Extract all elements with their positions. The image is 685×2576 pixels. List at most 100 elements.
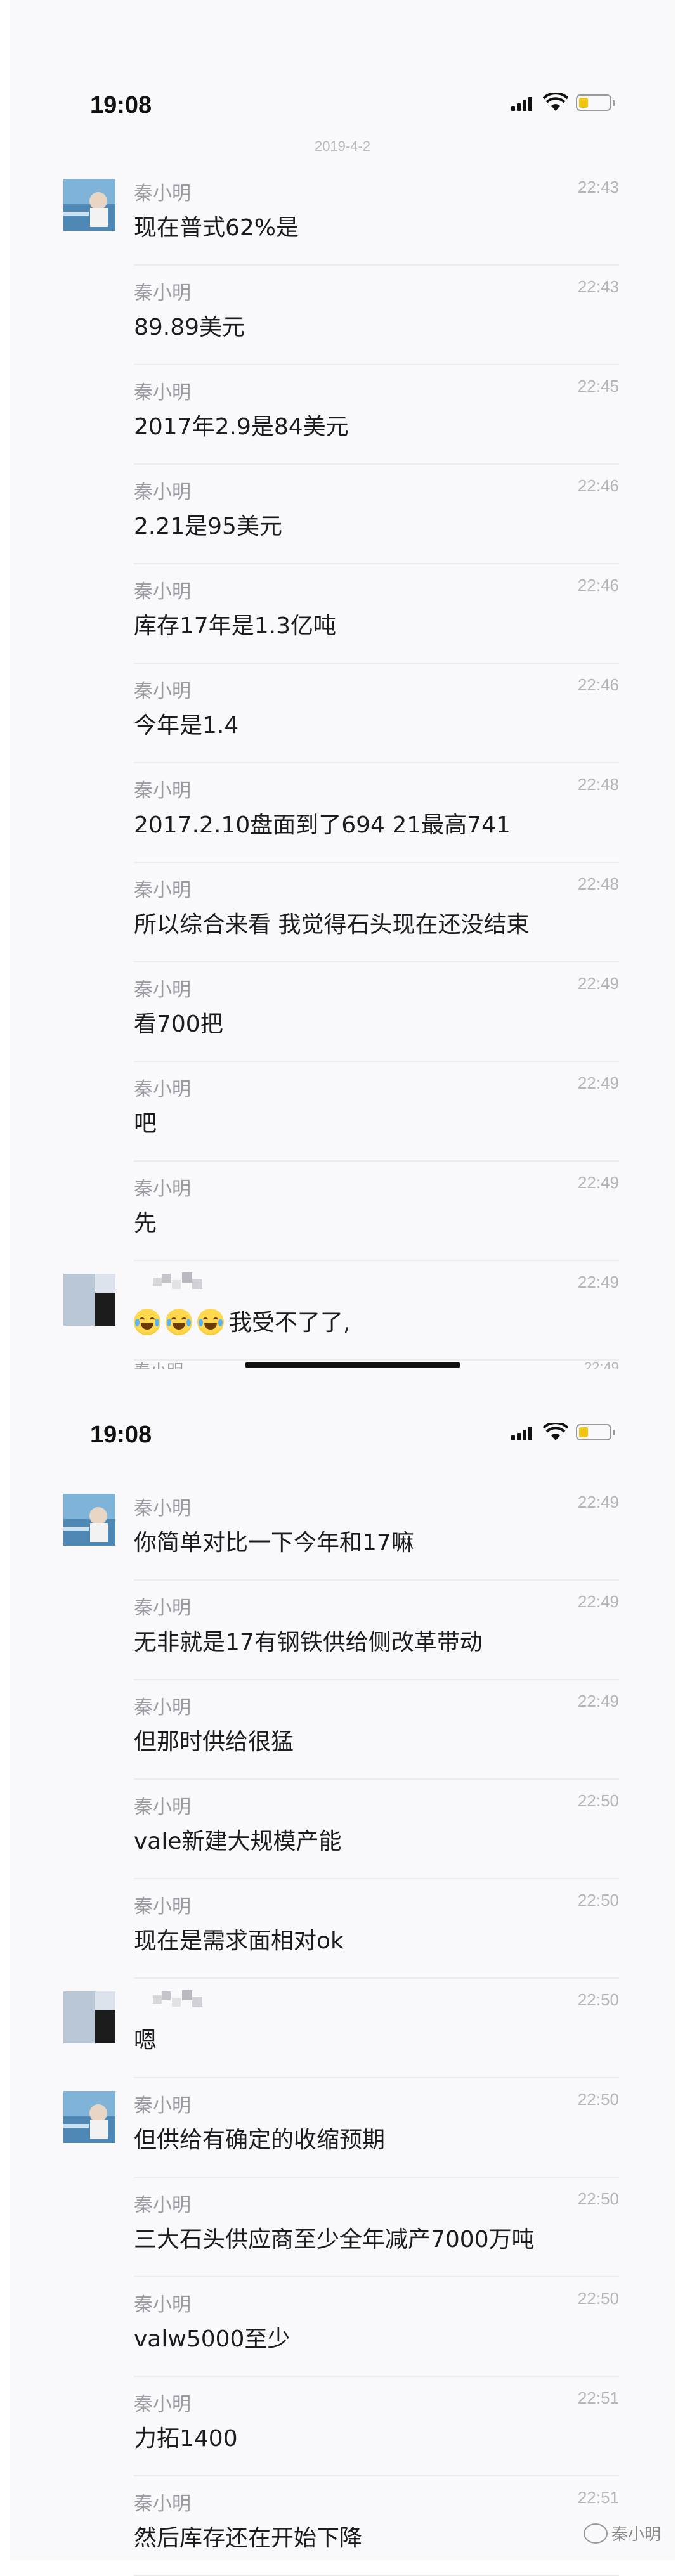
message-time: 22:49 — [577, 1073, 619, 1092]
message-text: 库存17年是1.3亿吨 — [134, 613, 337, 639]
message-time: 22:49 — [577, 1272, 619, 1291]
chat-message-partial: 秦小明 22:49 — [10, 1361, 675, 1369]
avatar[interactable] — [63, 2091, 115, 2143]
message-text: 三大石头供应商至少全年减产7000万吨 — [134, 2227, 535, 2253]
message-sender: 秦小明 — [134, 979, 191, 1001]
message-text: valw5000至少 — [134, 2326, 290, 2352]
chat-message[interactable]: 秦小明 22:50 valw5000至少 — [10, 2277, 675, 2377]
watermark: 秦小明 — [583, 2521, 661, 2545]
chat-message[interactable]: 秦小明 22:49 你简单对比一下今年和17嘛 — [10, 1481, 675, 1581]
message-time: 22:50 — [577, 2090, 619, 2109]
message-time: 22:43 — [577, 277, 619, 296]
chat-message[interactable]: 秦小明 22:50 vale新建大规模产能 — [10, 1780, 675, 1879]
status-bar: 19:08 — [10, 1369, 675, 1448]
message-time: 22:46 — [577, 576, 619, 595]
message-sender: 秦小明 — [134, 1078, 191, 1101]
chat-message[interactable]: 秦小明 22:45 2017年2.9是84美元 — [10, 365, 675, 465]
message-text: 现在是需求面相对ok — [134, 1928, 344, 1954]
message-sender: 秦小明 — [134, 1896, 191, 1918]
battery-icon — [576, 1424, 615, 1440]
message-text: 但那时供给很猛 — [134, 1729, 294, 1755]
message-sender: 秦小明 — [134, 2095, 191, 2117]
cellular-signal-icon — [511, 1427, 537, 1440]
chat-message[interactable]: 22:50 嗯 — [10, 1979, 675, 2078]
message-sender: 秦小明 — [134, 1697, 191, 1719]
message-sender: 秦小明 — [134, 1361, 183, 1369]
message-time: 22:49 — [584, 1361, 619, 1369]
message-time: 22:51 — [577, 2488, 619, 2507]
message-time: 22:46 — [577, 675, 619, 694]
message-text: 力拓1400 — [134, 2426, 238, 2452]
chat-message[interactable]: 秦小明 22:51 力拓1400 — [10, 2377, 675, 2476]
message-time: 22:49 — [577, 1173, 619, 1192]
message-time: 22:49 — [577, 1592, 619, 1611]
message-text: 嗯 — [134, 2028, 157, 2054]
chat-message[interactable]: 秦小明 22:43 现在普式62%是 — [10, 166, 675, 266]
avatar[interactable] — [63, 1274, 115, 1326]
chat-message[interactable]: 秦小明 22:50 三大石头供应商至少全年减产7000万吨 — [10, 2178, 675, 2277]
message-time: 22:50 — [577, 1990, 619, 2009]
message-sender: 秦小明 — [134, 2493, 191, 2515]
message-sender: 秦小明 — [134, 183, 191, 205]
chat-message[interactable]: 秦小明 22:49 但那时供给很猛 — [10, 1680, 675, 1780]
avatar[interactable] — [63, 179, 115, 231]
message-sender: 秦小明 — [134, 879, 191, 902]
chat-message[interactable]: 秦小明 22:49 吧 — [10, 1062, 675, 1162]
message-time: 22:49 — [577, 1492, 619, 1511]
message-time: 22:50 — [577, 2189, 619, 2208]
avatar[interactable] — [63, 1991, 115, 2043]
message-text: 现在普式62%是 — [134, 215, 299, 241]
chat-message[interactable]: 秦小明 22:50 现在是需求面相对ok — [10, 1879, 675, 1979]
chat-message[interactable]: 22:49 我受不了了, — [10, 1261, 675, 1361]
message-sender: 秦小明 — [134, 680, 191, 702]
chat-message[interactable]: 秦小明 22:43 89.89美元 — [10, 266, 675, 365]
message-text: 但供给有确定的收缩预期 — [134, 2127, 386, 2153]
blurred-sender-name — [153, 1988, 210, 2013]
message-time: 22:48 — [577, 874, 619, 893]
message-text: 2017.2.10盘面到了694 21最高741 — [134, 812, 511, 838]
chat-message[interactable]: 秦小明 22:46 2.21是95美元 — [10, 465, 675, 564]
message-time: 22:50 — [577, 1891, 619, 1910]
message-sender: 秦小明 — [134, 1597, 191, 1619]
chat-message[interactable]: 秦小明 22:48 2017.2.10盘面到了694 21最高741 — [10, 763, 675, 863]
message-sender: 秦小明 — [134, 2393, 191, 2416]
message-sender: 秦小明 — [134, 1796, 191, 1818]
cellular-signal-icon — [511, 97, 537, 111]
message-time: 22:49 — [577, 1692, 619, 1711]
chat-message[interactable]: 秦小明 22:48 所以综合来看 我觉得石头现在还没结束 — [10, 863, 675, 962]
message-time: 22:46 — [577, 476, 619, 495]
message-body: 我受不了了, — [134, 1304, 350, 1337]
message-text: 然后库存还在开始下降 — [134, 2525, 363, 2551]
chat-message[interactable]: 秦小明 22:50 但供给有确定的收缩预期 — [10, 2078, 675, 2178]
chat-message[interactable]: 秦小明 22:46 今年是1.4 — [10, 664, 675, 763]
message-sender: 秦小明 — [134, 481, 191, 503]
message-text: 无非就是17有钢铁供给侧改革带动 — [134, 1629, 483, 1655]
wifi-icon — [543, 1423, 568, 1440]
message-sender: 秦小明 — [134, 780, 191, 802]
status-icons — [505, 91, 632, 116]
message-text: 先 — [134, 1210, 157, 1236]
laughing-tears-emoji-icon — [197, 1309, 224, 1335]
message-text: 所以综合来看 我觉得石头现在还没结束 — [134, 912, 530, 938]
laughing-tears-emoji-icon — [134, 1309, 160, 1335]
chat-message[interactable]: 秦小明 22:49 无非就是17有钢铁供给侧改革带动 — [10, 1581, 675, 1680]
message-text: 看700把 — [134, 1011, 223, 1037]
battery-icon — [576, 94, 615, 111]
message-sender: 秦小明 — [134, 1498, 191, 1520]
wechat-logo-icon — [583, 2523, 608, 2544]
avatar[interactable] — [63, 1494, 115, 1546]
status-icons — [505, 1420, 632, 1446]
chat-message[interactable]: 秦小明 22:51 然后库存还在开始下降 — [10, 2476, 675, 2576]
message-time: 22:50 — [577, 1791, 619, 1810]
message-sender: 秦小明 — [134, 581, 191, 603]
message-sender: 秦小明 — [134, 282, 191, 304]
chat-screenshot-1: 19:08 2019-4-2 秦小明 22:43 现在普式62%是 秦小明 22:43 8… — [10, 0, 675, 1369]
chat-message[interactable]: 秦小明 22:49 先 — [10, 1162, 675, 1261]
blurred-sender-name — [153, 1270, 210, 1295]
chat-message[interactable]: 秦小明 22:49 看700把 — [10, 962, 675, 1062]
message-time: 22:51 — [577, 2388, 619, 2407]
message-text: 2.21是95美元 — [134, 514, 282, 540]
chat-screenshot-2: 19:08 秦小明 22:49 你简单对比一下今年和17嘛 秦小明 22:49 无非就是1… — [10, 1369, 675, 2576]
status-bar: 19:08 — [10, 0, 675, 119]
chat-message[interactable]: 秦小明 22:46 库存17年是1.3亿吨 — [10, 564, 675, 664]
